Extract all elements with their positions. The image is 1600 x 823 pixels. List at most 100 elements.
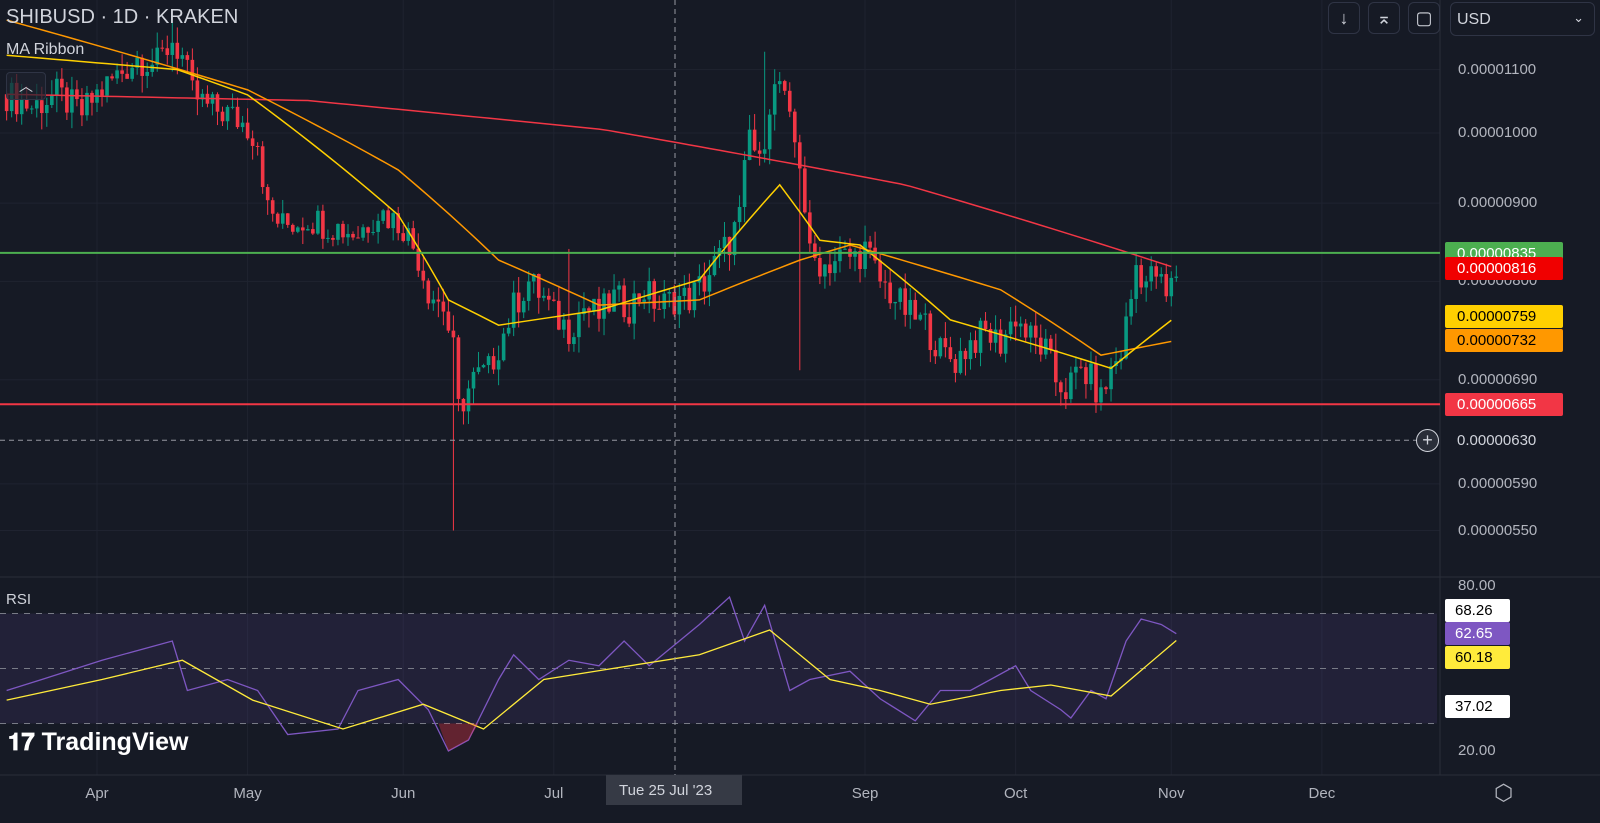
candle [792, 111, 797, 143]
price-chart[interactable] [0, 0, 1600, 823]
candle [1054, 349, 1058, 383]
candle [130, 67, 134, 79]
chevron-down-icon: ⌄ [1573, 10, 1584, 25]
candle [285, 213, 290, 225]
candle [506, 327, 511, 334]
settings-icon[interactable]: ⬡ [1494, 780, 1513, 806]
candle [1079, 366, 1083, 368]
candle [306, 229, 310, 231]
candle [943, 338, 948, 348]
candle [1028, 325, 1033, 338]
candle [737, 207, 742, 223]
candle [1094, 363, 1098, 403]
candle [998, 329, 1003, 354]
candle [225, 106, 230, 122]
candle [316, 210, 320, 234]
candle [145, 71, 149, 76]
collapse-button[interactable]: ⌅ [1368, 2, 1400, 34]
candle [55, 78, 59, 96]
candle [938, 338, 943, 357]
candle [436, 299, 441, 302]
collapse-icon: ⌅ [1376, 8, 1392, 28]
candle [828, 264, 832, 274]
candle [647, 281, 651, 300]
candle [351, 233, 355, 238]
candle [401, 233, 406, 241]
candle [602, 293, 606, 319]
crosshair-price-label: 0.00000630 [1445, 429, 1563, 453]
candle [612, 289, 616, 312]
candle [567, 319, 571, 344]
candle [170, 42, 175, 55]
candle [577, 314, 581, 338]
indicator-label[interactable]: MA Ribbon [6, 41, 84, 59]
tradingview-logo[interactable]: 𝟏𝟕 TradingView [8, 728, 188, 757]
candle [491, 356, 496, 370]
rsi-label[interactable]: RSI [6, 591, 31, 608]
tv-logo-icon: 𝟏𝟕 [8, 729, 35, 756]
candle [230, 106, 235, 108]
symbol-title: SHIBUSD · 1D · KRAKEN [6, 6, 239, 28]
candle [1069, 372, 1073, 400]
add-alert-plus-icon[interactable]: + [1416, 429, 1439, 452]
candle [1144, 281, 1148, 288]
candle [677, 295, 682, 315]
candle [878, 260, 882, 282]
candle [617, 285, 621, 290]
scroll-down-button[interactable]: ↓ [1328, 2, 1360, 34]
month-label: Jun [391, 785, 416, 802]
candle [682, 287, 687, 296]
candle [371, 231, 375, 233]
candle [175, 42, 180, 59]
candle [592, 298, 596, 311]
month-label: May [233, 785, 262, 802]
candle [597, 298, 601, 319]
candle [516, 292, 521, 313]
chevron-up-icon: ︿ [19, 78, 33, 94]
price-tick-label: 0.00000900 [1458, 194, 1538, 212]
candle [1124, 316, 1128, 359]
candle [1154, 266, 1159, 277]
candle [632, 293, 636, 324]
candle [1139, 265, 1143, 288]
candle [321, 210, 325, 239]
fullscreen-button[interactable]: ▢ [1408, 2, 1440, 34]
fullscreen-icon: ▢ [1415, 8, 1433, 28]
candle [421, 270, 426, 281]
candle [356, 237, 360, 239]
candle [150, 64, 155, 72]
candle [888, 282, 892, 304]
candle [1043, 338, 1048, 355]
candle [1049, 338, 1053, 350]
candle [963, 350, 968, 360]
candle [240, 122, 245, 128]
price-tick-label: 0.00001000 [1458, 124, 1538, 141]
candle [762, 149, 767, 154]
candle [165, 48, 170, 55]
candle [652, 281, 657, 309]
ma-line-ma-200 [6, 93, 1172, 268]
candle [918, 314, 923, 320]
candle [336, 223, 340, 240]
collapse-indicators-button[interactable]: ︿ [6, 72, 46, 100]
candle [301, 227, 305, 231]
candle [657, 308, 662, 310]
candle [100, 89, 104, 96]
currency-select[interactable]: USD ⌄ [1450, 2, 1595, 36]
candle [245, 122, 250, 139]
rsi-value-tag: 68.26 [1445, 599, 1510, 622]
candle [953, 359, 958, 373]
candle [547, 295, 551, 300]
price-tag: 0.00000816 [1445, 257, 1563, 281]
candle [752, 129, 757, 151]
candle [1018, 323, 1023, 327]
candle [1169, 277, 1174, 297]
candle [34, 100, 39, 109]
price-tick-label: 0.00000690 [1458, 370, 1538, 388]
month-label: Oct [1003, 785, 1028, 802]
candle [526, 281, 531, 301]
month-label: Sep [851, 785, 879, 802]
candle [958, 350, 963, 373]
candle [928, 313, 933, 351]
rsi-value-tag: 62.65 [1445, 622, 1510, 645]
